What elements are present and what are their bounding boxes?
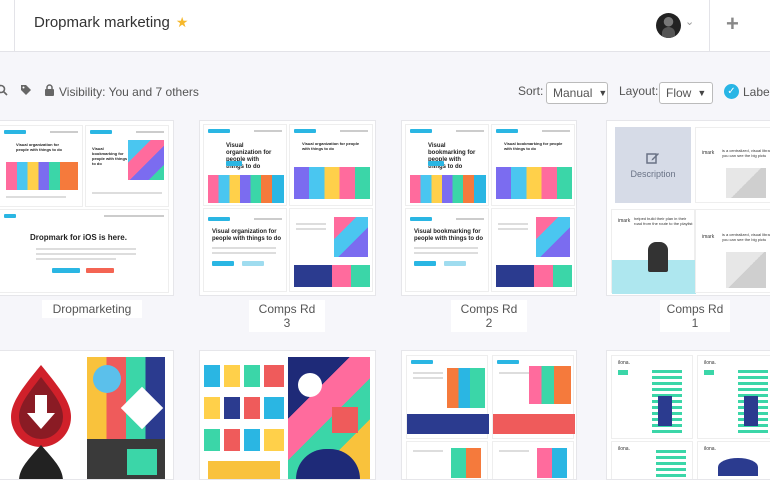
card-label[interactable]: Comps Rd 1 <box>660 300 730 332</box>
thumb-text: ilona. <box>618 360 630 366</box>
thumb-text: ilona. <box>618 446 630 452</box>
thumb-headline: Visual bookmarking for people with thing… <box>414 229 483 242</box>
collection-title[interactable]: Dropmark marketing ★ <box>34 14 188 31</box>
card-label[interactable]: Dropmarketing <box>42 300 142 318</box>
avatar[interactable] <box>656 13 681 38</box>
thumbnail: Visual organization for people with thin… <box>203 208 287 292</box>
thumbnail <box>491 208 575 292</box>
thumbnail: ilona. <box>697 355 770 439</box>
visibility-text: Visibility: You and 7 others <box>59 84 199 99</box>
divider <box>14 0 15 52</box>
thumb-headline: Visual bookmarking for people with thing… <box>92 146 128 166</box>
labels-text: Label <box>743 84 770 99</box>
edit-icon <box>646 153 659 164</box>
search-icon[interactable] <box>0 84 8 96</box>
thumbnail <box>492 441 574 479</box>
layout-select[interactable]: Flow ▼ <box>659 82 713 104</box>
thumbnail: Visual organization for people with thin… <box>203 124 287 206</box>
thumb-headline: Visual bookmarking for people with thing… <box>504 141 563 151</box>
collection-card[interactable]: Visual bookmarking for people with thing… <box>401 120 577 296</box>
collection-card[interactable]: ilona. ilona. ilona. ilona. <box>606 350 770 480</box>
thumb-headline: Dropmark for iOS is here. <box>30 233 127 242</box>
thumbnail: Visual organization for people with thin… <box>0 125 83 207</box>
collection-card[interactable]: Visual organization for people with thin… <box>199 120 376 296</box>
thumb-headline: Visual bookmarking for people with thing… <box>428 143 476 170</box>
thumb-headline: Visual organization for people with thin… <box>212 229 281 242</box>
thumb-text: imark <box>702 234 715 240</box>
thumbnail: Visual organization for people with thin… <box>289 124 373 206</box>
thumb-headline: Visual organization for people with thin… <box>226 143 272 170</box>
thumb-headline: Visual organization for people with thin… <box>302 141 360 151</box>
visibility-setting[interactable]: Visibility: You and 7 others <box>44 84 199 99</box>
card-label[interactable]: Comps Rd 2 <box>451 300 527 332</box>
collection-card[interactable] <box>401 350 577 480</box>
sort-value: Manual <box>553 86 593 100</box>
thumbnail: imark is a centralized, visual library o… <box>695 127 770 203</box>
thumbnail: ilona. <box>611 441 693 479</box>
chevron-down-icon: ▼ <box>697 88 707 98</box>
collection-card[interactable]: Description imark is a centralized, visu… <box>606 120 770 296</box>
labels-toggle[interactable]: ✓ Label <box>724 84 770 99</box>
collection-card[interactable] <box>0 350 174 480</box>
thumb-text: helped build their plan in their road fr… <box>634 216 693 226</box>
thumbnail <box>288 357 370 479</box>
thumbnail: Visual bookmarking for people with thing… <box>85 125 169 207</box>
add-button[interactable]: + <box>726 11 739 37</box>
thumbnail <box>289 208 373 292</box>
sort-select[interactable]: Manual ▼ <box>546 82 608 104</box>
thumbnail-mobile: Dropmark for iOS is here. <box>0 209 169 293</box>
sort-label-text: Sort: <box>518 84 544 98</box>
thumbnail: Visual bookmarking for people with thing… <box>405 124 489 206</box>
thumb-headline: Visual organization for people with thin… <box>16 142 62 152</box>
lock-icon <box>44 84 55 99</box>
thumb-text: ilona. <box>704 360 716 366</box>
thumb-text: ilona. <box>704 446 716 452</box>
collection-toolbar: Visibility: You and 7 others Sort: Manua… <box>0 80 770 106</box>
collection-title-text: Dropmark marketing <box>34 14 170 31</box>
collection-card[interactable] <box>199 350 376 480</box>
description-placeholder[interactable]: Description <box>615 127 691 203</box>
thumbnail: ilona. <box>697 441 770 479</box>
divider <box>709 0 710 52</box>
card-label[interactable]: Comps Rd 3 <box>249 300 325 332</box>
thumb-text: is a centralized, visual library of you … <box>722 148 770 158</box>
thumbnail <box>0 357 83 479</box>
thumbnail: Visual bookmarking for people with thing… <box>491 124 575 206</box>
thumb-text: imark <box>702 150 715 156</box>
layout-label-text: Layout: <box>619 84 659 98</box>
thumbnail <box>406 441 488 479</box>
sort-label: Sort: <box>518 84 543 98</box>
check-icon: ✓ <box>724 84 739 99</box>
collection-card[interactable]: Visual organization for people with thin… <box>0 120 174 296</box>
thumb-text: is a centralized, visual library of you … <box>722 232 770 242</box>
top-bar: Dropmark marketing ★ ⌄ + <box>0 0 770 52</box>
layout-label: Layout: <box>619 84 658 98</box>
layout-value: Flow <box>666 86 692 100</box>
thumb-text: imark <box>618 218 631 224</box>
star-icon[interactable]: ★ <box>176 14 189 31</box>
thumbnail <box>87 357 165 479</box>
chevron-down-icon: ▼ <box>598 88 608 98</box>
thumbnail <box>204 357 284 479</box>
thumbnail <box>406 355 489 439</box>
chevron-down-icon[interactable]: ⌄ <box>685 15 694 28</box>
thumbnail: ilona. <box>611 355 693 439</box>
thumbnail: imark is a centralized, visual library o… <box>695 209 770 293</box>
thumbnail: Visual bookmarking for people with thing… <box>405 208 489 292</box>
description-text: Description <box>630 169 676 179</box>
thumbnail: imark helped build their plan in their r… <box>611 209 696 294</box>
tag-icon[interactable] <box>20 84 32 96</box>
thumbnail <box>492 355 575 439</box>
